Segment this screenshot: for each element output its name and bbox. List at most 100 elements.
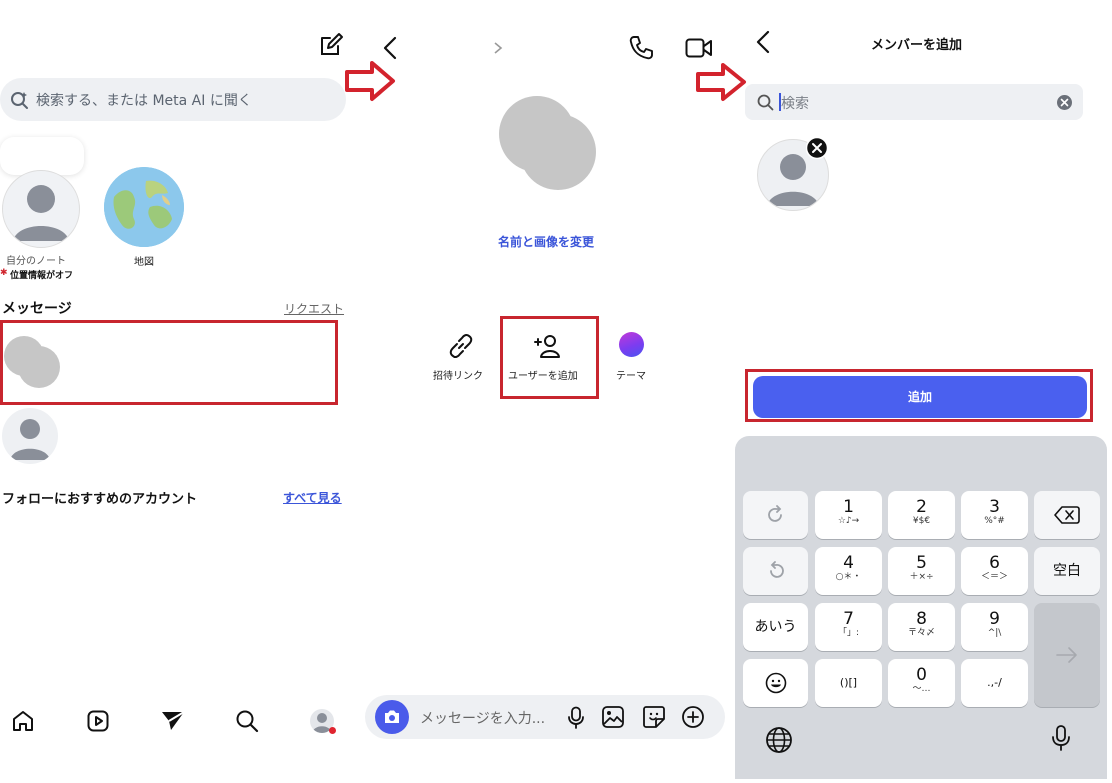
key-6-sub: ＜＝＞ [980,572,1008,582]
my-note-label: 自分のノート [6,256,66,267]
undo-key[interactable] [743,547,808,595]
key-2-main: 2 [916,497,927,517]
key-4-sub: ○＊・ [835,572,862,582]
back-arrow-icon[interactable] [755,30,771,54]
highlight-box-add-button [745,369,1093,422]
default-user-icon [10,419,50,460]
key-1-main: 1 [843,497,854,517]
key-4[interactable]: 4 ○＊・ [815,547,882,595]
back-arrow-icon[interactable] [382,36,398,60]
search-bar[interactable]: 検索する、または Meta AI に聞く [0,78,346,121]
messenger-icon[interactable] [160,708,186,734]
bracket-key[interactable]: ()[] [815,659,882,707]
video-call-icon[interactable] [685,37,713,59]
key-0[interactable]: 0 〜… [888,659,955,707]
key-3-main: 3 [989,497,1000,517]
redo-key[interactable] [743,491,808,539]
space-key-label: 空白 [1053,563,1081,579]
punctuation-key[interactable]: .,-/ [961,659,1028,707]
link-icon[interactable] [447,332,475,360]
invite-link-label[interactable]: 招待リンク [433,367,483,382]
highlight-box-add-user [500,316,599,399]
location-off-icon: ✱ [0,268,8,278]
reels-icon[interactable] [86,709,110,733]
key-9-main: 9 [989,609,1000,629]
plus-circle-icon[interactable] [681,705,705,729]
home-icon[interactable] [11,709,35,733]
my-avatar[interactable] [2,170,80,248]
key-1[interactable]: 1 ☆♪→ [815,491,882,539]
key-7-main: 7 [843,609,854,629]
key-6-main: 6 [989,553,1000,573]
key-1-sub: ☆♪→ [837,516,860,526]
enter-key[interactable] [1034,603,1100,707]
requests-link[interactable]: リクエスト [284,300,344,317]
key-7-sub: 「」: [837,628,860,638]
backspace-icon [1054,506,1080,524]
key-6[interactable]: 6 ＜＝＞ [961,547,1028,595]
key-5-sub: ＋×÷ [909,572,934,582]
globe-icon[interactable] [765,726,793,754]
search-placeholder: 検索 [781,96,809,112]
punctuation-key-label: .,-/ [987,676,1002,689]
messages-heading: メッセージ [2,301,72,317]
search-placeholder: 検索する、または Meta AI に聞く [36,93,252,109]
map-story[interactable] [104,167,184,247]
notification-dot [329,727,336,734]
key-0-sub: 〜… [912,684,931,694]
emoji-key[interactable] [743,659,808,707]
sticker-icon[interactable] [642,705,666,729]
backspace-key[interactable] [1034,491,1100,539]
space-key[interactable]: 空白 [1034,547,1100,595]
message-composer[interactable]: メッセージを入力... [365,695,725,739]
member-search-input[interactable]: 検索 [745,84,1083,120]
location-off-label: 位置情報がオフ [10,271,74,281]
theme-label[interactable]: テーマ [616,367,646,382]
redo-icon [767,505,782,522]
compose-icon[interactable] [318,32,344,58]
search-icon[interactable] [235,709,259,733]
key-3-sub: %°# [984,516,1005,526]
search-icon [757,94,774,111]
microphone-icon[interactable] [567,706,585,730]
bracket-key-label: ()[] [839,676,858,689]
theme-circle-icon[interactable] [619,332,644,357]
remove-member-icon[interactable] [806,137,828,159]
chat-settings-panel: 名前と画像を変更 招待リンク ユーザーを追加 テーマ メッセージを入力... [360,0,730,783]
emoji-icon [765,672,786,694]
see-all-link[interactable]: すべて見る [283,489,342,506]
keyboard: あいう 1 ☆♪→ 2 ¥$€ 3 %°# 4 ○＊・ 5 ＋×÷ 6 ＜＝＞ … [735,436,1107,779]
dictation-mic-icon[interactable] [1051,724,1071,752]
arrow-right-icon [1056,647,1077,663]
camera-button[interactable] [375,700,409,734]
key-5-main: 5 [916,553,927,573]
contact-avatar[interactable] [2,408,58,464]
highlight-box-conversation [0,320,338,405]
chevron-right-icon[interactable] [493,41,503,55]
composer-placeholder: メッセージを入力... [420,711,546,727]
key-2-sub: ¥$€ [912,516,931,526]
hiragana-key[interactable]: あいう [743,603,808,651]
ai-search-icon [11,92,28,109]
undo-icon [769,561,784,578]
change-name-photo-link[interactable]: 名前と画像を変更 [498,233,594,250]
key-5[interactable]: 5 ＋×÷ [888,547,955,595]
key-0-main: 0 [916,665,927,685]
key-8[interactable]: 8 〒々〆 [888,603,955,651]
key-3[interactable]: 3 %°# [961,491,1028,539]
key-2[interactable]: 2 ¥$€ [888,491,955,539]
page-title: メンバーを追加 [871,38,963,53]
key-8-sub: 〒々〆 [907,628,935,638]
clear-icon[interactable] [1057,95,1072,110]
add-member-panel: メンバーを追加 検索 追加 あいう 1 ☆♪→ 2 ¥$€ 3 %°# 4 ○＊… [735,0,1112,783]
key-9[interactable]: 9 ^|\ [961,603,1028,651]
gallery-icon[interactable] [601,705,625,729]
group-avatar-front [520,114,596,190]
inbox-panel: 検索する、または Meta AI に聞く 自分のノート ✱ 位置情報がオフ 地図… [0,0,350,783]
phone-icon[interactable] [628,35,654,61]
key-7[interactable]: 7 「」: [815,603,882,651]
globe-icon [104,167,184,247]
key-4-main: 4 [843,553,854,573]
camera-icon [385,710,399,723]
key-8-main: 8 [916,609,927,629]
